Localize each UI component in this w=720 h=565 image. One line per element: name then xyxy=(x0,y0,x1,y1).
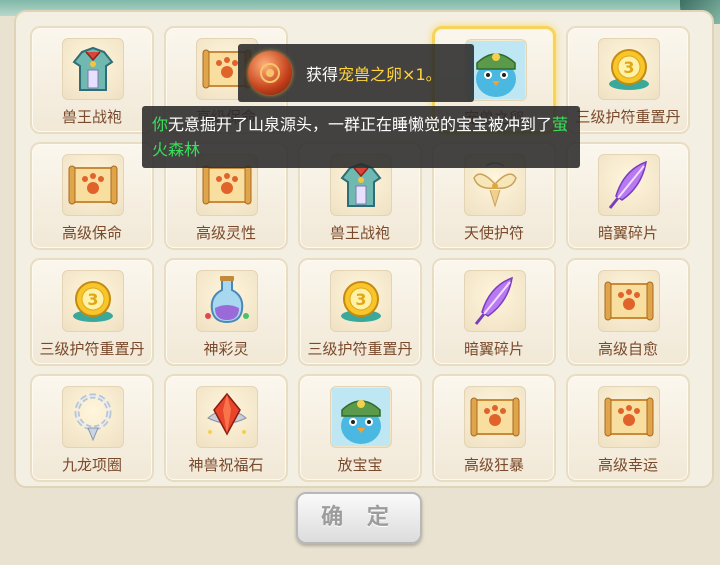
svg-text:3: 3 xyxy=(623,58,634,77)
pet-egg-icon xyxy=(248,51,292,95)
item-slot[interactable]: 高级保命 xyxy=(30,142,154,250)
item-label: 九龙项圈 xyxy=(61,456,122,474)
red-gem-icon xyxy=(196,386,258,448)
item-slot[interactable]: 神兽祝福石 xyxy=(164,374,288,482)
gold-orb-icon: 3 xyxy=(598,38,660,100)
item-label: 高级灵性 xyxy=(195,224,256,242)
confirm-button[interactable]: 确 定 xyxy=(296,492,422,544)
scroll-icon xyxy=(598,386,660,448)
svg-text:3: 3 xyxy=(355,290,366,309)
item-slot[interactable]: 3 三级护符重置丹 xyxy=(298,258,422,366)
item-label: 三级护符重置丹 xyxy=(307,340,413,358)
item-slot[interactable]: 兽王战袍 xyxy=(30,26,154,134)
item-label: 高级幸运 xyxy=(597,456,658,474)
necklace-icon xyxy=(62,386,124,448)
item-label: 放宝宝 xyxy=(337,456,383,474)
gold-orb-icon: 3 xyxy=(330,270,392,332)
reward-item-name: 宠兽之卵 xyxy=(338,65,403,84)
item-slot[interactable]: 暗翼碎片 xyxy=(566,142,690,250)
item-slot[interactable]: 高级狂暴 xyxy=(432,374,556,482)
item-label: 三级护符重置丹 xyxy=(575,108,681,126)
purple-feather-icon xyxy=(464,270,526,332)
item-label: 高级狂暴 xyxy=(463,456,524,474)
item-label: 兽王战袍 xyxy=(61,108,122,126)
item-slot[interactable]: 高级自愈 xyxy=(566,258,690,366)
item-slot[interactable]: 高级幸运 xyxy=(566,374,690,482)
potion-icon xyxy=(196,270,258,332)
item-label: 暗翼碎片 xyxy=(597,224,658,242)
reward-suffix: ×1。 xyxy=(402,65,442,84)
item-label: 神兽祝福石 xyxy=(188,456,264,474)
scroll-icon xyxy=(464,386,526,448)
reward-toast-text: 获得宠兽之卵×1。 xyxy=(306,61,442,85)
item-label: 高级保命 xyxy=(61,224,122,242)
item-label: 高级自愈 xyxy=(597,340,658,358)
event-body: 无意掘开了山泉源头，一群正在睡懒觉的宝宝被冲到了 xyxy=(168,115,553,134)
event-message: 你无意掘开了山泉源头，一群正在睡懒觉的宝宝被冲到了萤火森林 xyxy=(142,106,580,168)
purple-feather-icon xyxy=(598,154,660,216)
item-label: 三级护符重置丹 xyxy=(39,340,145,358)
scroll-icon xyxy=(62,154,124,216)
item-label: 暗翼碎片 xyxy=(463,340,524,358)
svg-text:3: 3 xyxy=(87,290,98,309)
pet-baby-icon xyxy=(465,39,527,101)
item-slot[interactable]: 暗翼碎片 xyxy=(432,258,556,366)
item-label: 兽王战袍 xyxy=(329,224,390,242)
item-label: 天使护符 xyxy=(463,224,524,242)
item-slot[interactable]: 3 三级护符重置丹 xyxy=(30,258,154,366)
scroll-icon xyxy=(598,270,660,332)
item-slot[interactable]: 3 三级护符重置丹 xyxy=(566,26,690,134)
item-slot[interactable]: 神彩灵 xyxy=(164,258,288,366)
event-subject: 你 xyxy=(152,115,169,134)
item-label: 神彩灵 xyxy=(203,340,249,358)
item-slot[interactable]: 九龙项圈 xyxy=(30,374,154,482)
item-slot[interactable]: 放宝宝 xyxy=(298,374,422,482)
pet-baby-icon xyxy=(330,386,392,448)
reward-prefix: 获得 xyxy=(306,65,339,84)
gold-orb-icon: 3 xyxy=(62,270,124,332)
reward-toast: 获得宠兽之卵×1。 xyxy=(238,44,474,102)
robe-icon xyxy=(62,38,124,100)
